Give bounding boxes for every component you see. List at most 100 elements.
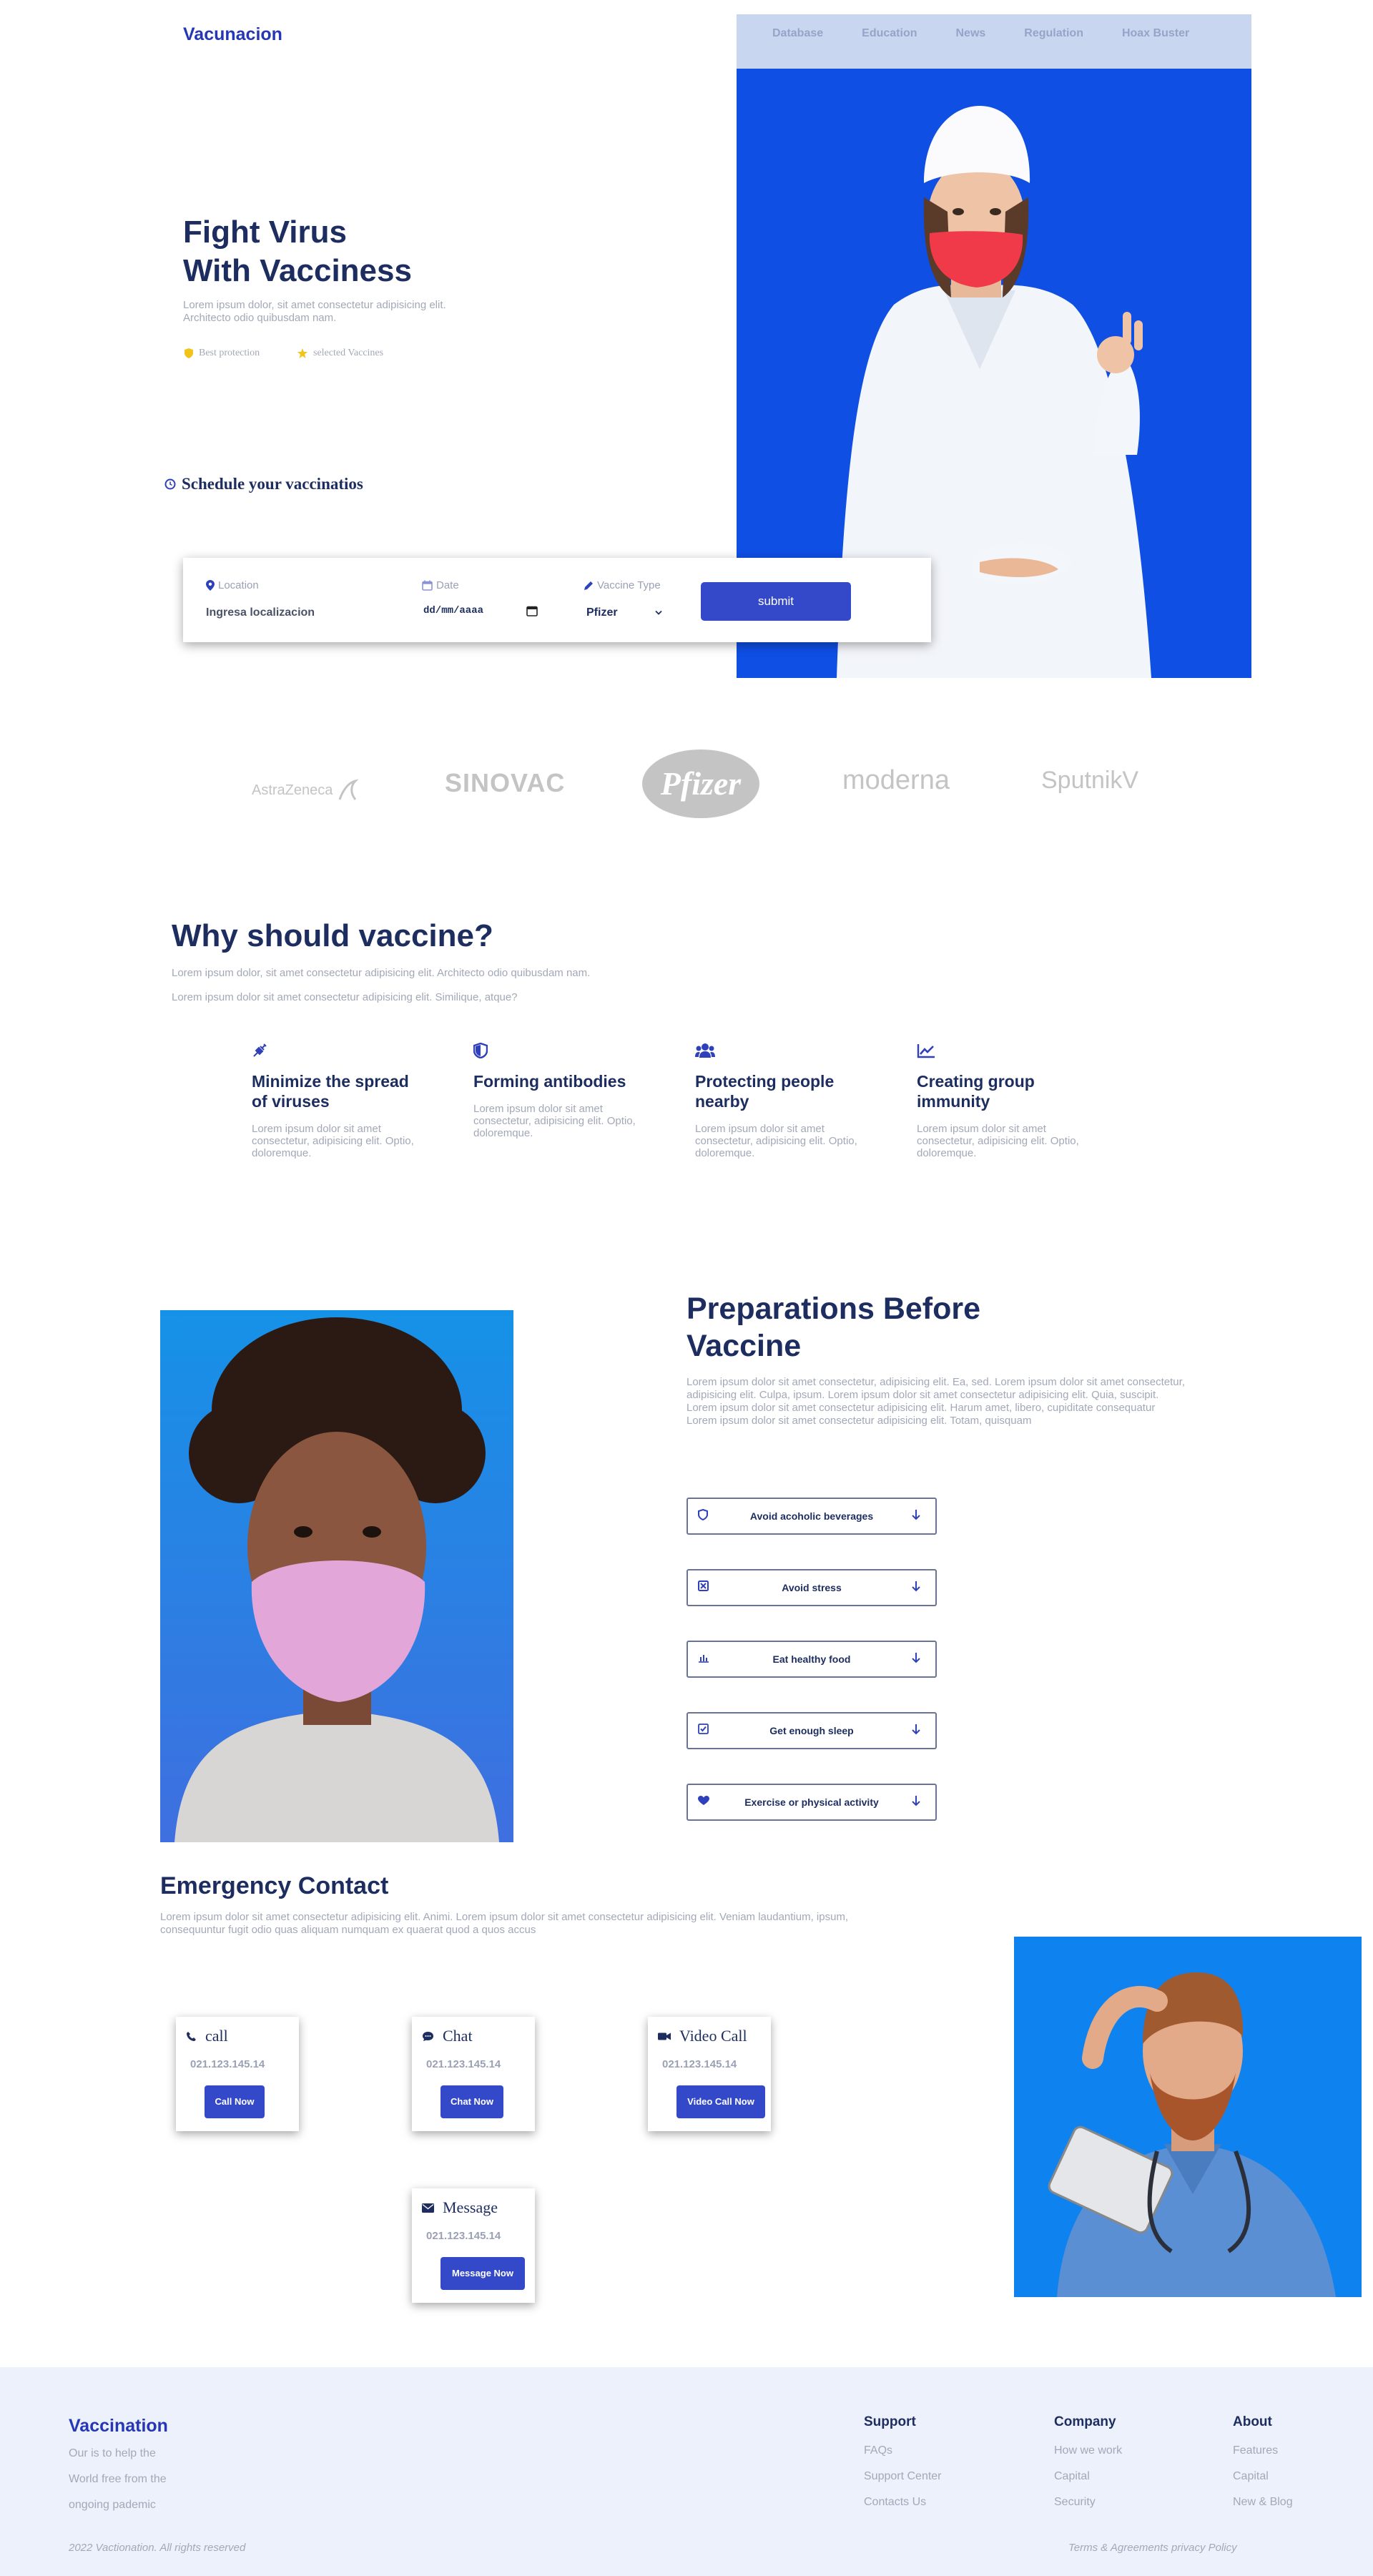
top-nav: Database Education News Regulation Hoax …	[737, 14, 1251, 69]
feature-best-protection: Best protection	[184, 348, 260, 359]
footer-link-faqs[interactable]: FAQs	[864, 2444, 942, 2457]
heart-icon	[698, 1795, 709, 1805]
contact-number: 021.123.145.14	[426, 2058, 501, 2070]
accordion-avoid-stress[interactable]: Avoid stress	[686, 1569, 937, 1606]
submit-button[interactable]: submit	[701, 582, 851, 621]
accordion-enough-sleep[interactable]: Get enough sleep	[686, 1712, 937, 1749]
schedule-title-text: Schedule your vaccinatios	[182, 475, 363, 493]
accordion-label: Avoid acoholic beverages	[749, 1510, 874, 1522]
footer-link-support-center[interactable]: Support Center	[864, 2470, 942, 2483]
footer-link-features[interactable]: Features	[1233, 2444, 1293, 2457]
users-icon	[695, 1043, 715, 1058]
contact-title: Video Call	[679, 2027, 747, 2045]
contact-title: Chat	[443, 2027, 473, 2045]
envelope-icon	[422, 2203, 434, 2213]
message-now-button[interactable]: Message Now	[441, 2257, 525, 2290]
chevron-down-icon	[655, 610, 662, 615]
arrow-down-icon	[912, 1795, 920, 1806]
footer-link-capital[interactable]: Capital	[1233, 2470, 1293, 2483]
call-now-button[interactable]: Call Now	[205, 2085, 265, 2118]
calendar-picker-icon[interactable]	[526, 605, 538, 616]
accordion-avoid-alcohol[interactable]: Avoid acoholic beverages	[686, 1498, 937, 1535]
why-card-title: Protecting people nearby	[695, 1072, 835, 1111]
doctor-photo	[1014, 1937, 1362, 2297]
contact-card-call: call 021.123.145.14 Call Now	[176, 2017, 299, 2131]
contact-title: call	[205, 2027, 228, 2045]
footer-link-capital[interactable]: Capital	[1054, 2470, 1122, 2483]
footer-link-news-blog[interactable]: New & Blog	[1233, 2496, 1293, 2509]
contact-number: 021.123.145.14	[190, 2058, 265, 2070]
pfizer-logo: Pfizer	[642, 749, 759, 818]
footer-tagline-3: ongoing pademic	[69, 2499, 156, 2511]
footer: Vaccination Our is to help the World fre…	[0, 2367, 1373, 2576]
nav-news[interactable]: News	[956, 27, 986, 69]
astrazeneca-mark-icon	[338, 779, 359, 800]
schedule-form: Location Ingresa localizacion Date dd/mm…	[183, 558, 931, 642]
footer-col-title: About	[1233, 2414, 1272, 2429]
footer-link-how-we-work[interactable]: How we work	[1054, 2444, 1122, 2457]
check-icon	[698, 1724, 709, 1734]
date-value: dd/mm/aaaa	[423, 605, 484, 616]
arrow-down-icon	[912, 1580, 920, 1591]
nav-regulation[interactable]: Regulation	[1024, 27, 1083, 69]
syringe-icon	[253, 1043, 267, 1057]
video-call-now-button[interactable]: Video Call Now	[676, 2085, 765, 2118]
footer-col-company: Company How we work Capital Security	[1054, 2414, 1122, 2509]
nav-education[interactable]: Education	[862, 27, 917, 69]
clock-icon	[164, 478, 176, 490]
sinovac-logo: SINOVAC	[445, 768, 566, 797]
sputnik-logo: SputnikV	[1041, 767, 1139, 794]
nav-database[interactable]: Database	[772, 27, 823, 69]
hero-title: Fight Virus With Vacciness	[183, 213, 412, 290]
schedule-title: Schedule your vaccinatios	[164, 475, 363, 493]
vaccine-type-value: Pfizer	[586, 606, 618, 619]
footer-legal-links[interactable]: Terms & Agreements privacy Policy	[1068, 2542, 1237, 2554]
footer-brand[interactable]: Vaccination	[69, 2416, 168, 2437]
contact-card-chat: Chat 021.123.145.14 Chat Now	[412, 2017, 535, 2131]
hero-title-line-1: Fight Virus	[183, 215, 347, 250]
date-input[interactable]: dd/mm/aaaa	[423, 605, 538, 616]
hero-title-line-2: With Vacciness	[183, 253, 412, 288]
footer-col-title: Support	[864, 2414, 916, 2429]
footer-col-title: Company	[1054, 2414, 1116, 2429]
why-title: Why should vaccine?	[172, 918, 493, 953]
footer-link-contacts[interactable]: Contacts Us	[864, 2496, 942, 2509]
accordion-label: Exercise or physical activity	[744, 1796, 879, 1808]
chat-now-button[interactable]: Chat Now	[441, 2085, 503, 2118]
arrow-down-icon	[912, 1724, 920, 1734]
chart-line-icon	[917, 1044, 935, 1058]
footer-copyright: 2022 Vactionation. All rights reserved	[69, 2542, 246, 2554]
why-card-protecting: Protecting people nearby Lorem ipsum dol…	[695, 1043, 860, 1159]
footer-col-support: Support FAQs Support Center Contacts Us	[864, 2414, 942, 2509]
why-card-text: Lorem ipsum dolor sit amet consectetur, …	[252, 1123, 414, 1159]
why-card-text: Lorem ipsum dolor sit amet consectetur, …	[473, 1103, 636, 1139]
footer-link-security[interactable]: Security	[1054, 2496, 1122, 2509]
feature-label: Best protection	[199, 348, 260, 358]
emergency-title: Emergency Contact	[160, 1872, 389, 1899]
arrow-down-icon	[912, 1652, 920, 1663]
why-card-title: Forming antibodies	[473, 1072, 626, 1091]
accordion-label: Eat healthy food	[772, 1653, 851, 1665]
chat-bubble-icon	[423, 2031, 433, 2041]
location-input[interactable]: Ingresa localizacion	[206, 606, 315, 619]
why-card-title: Minimize the spread of viruses	[252, 1072, 409, 1111]
site-logo[interactable]: Vacunacion	[183, 24, 282, 45]
accordion-exercise[interactable]: Exercise or physical activity	[686, 1784, 937, 1821]
contact-title: Message	[443, 2198, 498, 2216]
why-card-immunity: Creating group immunity Lorem ipsum dolo…	[917, 1043, 1081, 1159]
emergency-paragraph: Lorem ipsum dolor sit amet consectetur a…	[160, 1911, 849, 1936]
footer-tagline-1: Our is to help the	[69, 2447, 156, 2459]
video-camera-icon	[658, 2032, 671, 2040]
check-square-icon	[698, 1580, 709, 1591]
accordion-label: Avoid stress	[782, 1582, 842, 1593]
contact-number: 021.123.145.14	[426, 2230, 501, 2242]
why-card-text: Lorem ipsum dolor sit amet consectetur, …	[917, 1123, 1079, 1159]
accordion-eat-healthy[interactable]: Eat healthy food	[686, 1641, 937, 1678]
contact-number: 021.123.145.14	[662, 2058, 737, 2070]
footer-tagline-2: World free from the	[69, 2473, 167, 2485]
contact-card-message: Message 021.123.145.14 Message Now	[412, 2188, 535, 2303]
accordion-label: Get enough sleep	[769, 1725, 854, 1736]
moderna-logo: moderna	[842, 765, 950, 795]
nav-hoax-buster[interactable]: Hoax Buster	[1122, 27, 1189, 69]
vaccine-type-select[interactable]: Pfizer	[586, 606, 662, 619]
